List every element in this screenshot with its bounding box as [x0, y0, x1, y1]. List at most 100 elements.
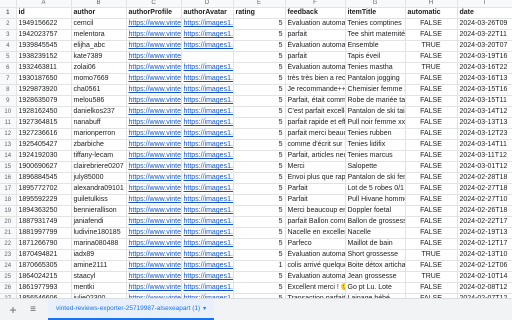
table-cell[interactable]: 5: [233, 161, 286, 173]
table-cell[interactable]: https://images1.v: [181, 271, 234, 283]
table-cell[interactable]: Merci: [285, 161, 346, 173]
table-cell[interactable]: iadx89: [71, 249, 127, 261]
table-cell[interactable]: zbarbiche: [71, 139, 127, 151]
table-cell[interactable]: 1900690627: [16, 161, 72, 173]
table-cell[interactable]: https://images1.v: [181, 183, 234, 195]
row-number[interactable]: 3: [0, 29, 17, 41]
table-cell[interactable]: 2024-03-11T12: [457, 150, 512, 162]
table-cell[interactable]: https://images1.v: [181, 29, 234, 41]
table-cell[interactable]: Évaluation automatique: [285, 40, 346, 52]
table-cell[interactable]: https://www.vinted: [126, 40, 182, 52]
table-cell[interactable]: https://www.vinted: [126, 29, 182, 41]
sheet-tab[interactable]: vinted-reviews-exporter-25719987-alsexea…: [48, 299, 215, 320]
row-number[interactable]: 8: [0, 84, 17, 96]
table-cell[interactable]: https://images1.v: [181, 194, 234, 206]
table-cell[interactable]: [181, 51, 234, 63]
table-cell[interactable]: 2024-03-15T16: [457, 84, 512, 96]
column-header[interactable]: G: [345, 0, 406, 8]
table-cell[interactable]: 2024-02-13T10: [457, 249, 512, 261]
table-cell[interactable]: 2024-03-13T13: [457, 117, 512, 129]
table-cell[interactable]: 2024-02-22T17: [457, 216, 512, 228]
table-cell[interactable]: 5: [233, 40, 286, 52]
table-cell[interactable]: https://images1.v: [181, 73, 234, 85]
table-cell[interactable]: 5: [233, 238, 286, 250]
row-number[interactable]: 22: [0, 238, 17, 250]
table-cell[interactable]: https://www.vinted: [126, 18, 182, 30]
table-cell[interactable]: amine2111: [71, 260, 127, 272]
table-cell[interactable]: july85000: [71, 172, 127, 184]
table-cell[interactable]: FALSE: [405, 238, 458, 250]
table-cell[interactable]: Nacelle: [345, 227, 406, 239]
table-cell[interactable]: https://www.vinted: [126, 205, 182, 217]
table-cell[interactable]: https://www.vinted: [126, 62, 182, 74]
table-cell[interactable]: FALSE: [405, 18, 458, 30]
table-cell[interactable]: 1896884545: [16, 172, 72, 184]
table-cell[interactable]: https://www.vinted: [126, 150, 182, 162]
column-header[interactable]: I: [457, 0, 512, 8]
table-cell[interactable]: Tenies mastha: [345, 62, 406, 74]
row-number[interactable]: 15: [0, 161, 17, 173]
table-cell[interactable]: 1864024215: [16, 271, 72, 283]
table-cell[interactable]: https://images1.v: [181, 205, 234, 217]
table-cell[interactable]: 5: [233, 84, 286, 96]
table-cell[interactable]: https://www.vinted: [126, 172, 182, 184]
table-cell[interactable]: https://www.vinted: [126, 128, 182, 140]
table-cell[interactable]: FALSE: [405, 161, 458, 173]
table-cell[interactable]: https://www.vinted: [126, 95, 182, 107]
table-cell[interactable]: Jean grossesse: [345, 271, 406, 283]
row-number[interactable]: 19: [0, 205, 17, 217]
table-cell[interactable]: colis arrivé quelques p: [285, 260, 346, 272]
table-cell[interactable]: bennierallison: [71, 205, 127, 217]
row-number[interactable]: 24: [0, 260, 17, 272]
table-cell[interactable]: 2024-02-19T13: [457, 227, 512, 239]
table-cell[interactable]: https://www.vinted: [126, 227, 182, 239]
table-cell[interactable]: 1924192030: [16, 150, 72, 162]
table-cell[interactable]: parfait rapide et efficac: [285, 117, 346, 129]
table-cell[interactable]: https://images1.v: [181, 128, 234, 140]
table-cell[interactable]: 5: [233, 183, 286, 195]
row-number[interactable]: 10: [0, 106, 17, 118]
table-cell[interactable]: FALSE: [405, 73, 458, 85]
table-cell[interactable]: 5: [233, 106, 286, 118]
table-cell[interactable]: FALSE: [405, 216, 458, 228]
table-cell[interactable]: 1894363250: [16, 205, 72, 217]
table-cell[interactable]: FALSE: [405, 150, 458, 162]
header-cell[interactable]: date: [457, 7, 512, 19]
table-cell[interactable]: https://images1.v: [181, 150, 234, 162]
table-cell[interactable]: https://images1.v: [181, 84, 234, 96]
table-cell[interactable]: Pull noir femme xxl: [345, 117, 406, 129]
table-cell[interactable]: momo7669: [71, 73, 127, 85]
table-cell[interactable]: FALSE: [405, 260, 458, 272]
table-cell[interactable]: Ballon de grossesse: [345, 216, 406, 228]
row-number[interactable]: 14: [0, 150, 17, 162]
table-cell[interactable]: FALSE: [405, 282, 458, 294]
table-cell[interactable]: 5: [233, 73, 286, 85]
column-header[interactable]: E: [233, 0, 286, 8]
table-cell[interactable]: Tapis éveil: [345, 51, 406, 63]
table-cell[interactable]: https://images1.v: [181, 260, 234, 272]
table-cell[interactable]: TRUE: [405, 271, 458, 283]
table-cell[interactable]: 2024-03-14T11: [457, 139, 512, 151]
table-cell[interactable]: Excellent merci ! 🙂: [285, 282, 346, 294]
row-number[interactable]: 6: [0, 62, 17, 74]
table-cell[interactable]: https://www.vinted: [126, 271, 182, 283]
table-cell[interactable]: https://www.vinted: [126, 117, 182, 129]
table-cell[interactable]: alexandra09101: [71, 183, 127, 195]
table-cell[interactable]: Robe de mariée taille: [345, 95, 406, 107]
table-cell[interactable]: FALSE: [405, 139, 458, 151]
table-cell[interactable]: 2024-03-22T11: [457, 29, 512, 41]
table-cell[interactable]: 2024-02-26T18: [457, 205, 512, 217]
row-number[interactable]: 17: [0, 183, 17, 195]
chevron-down-icon[interactable]: ▾: [203, 306, 206, 312]
table-cell[interactable]: Tenies rubben: [345, 128, 406, 140]
table-cell[interactable]: 2024-02-27T18: [457, 183, 512, 195]
table-cell[interactable]: marionperron: [71, 128, 127, 140]
table-cell[interactable]: Évaluation automatique: [285, 271, 346, 283]
table-cell[interactable]: https://www.vinted: [126, 238, 182, 250]
table-cell[interactable]: 5: [233, 227, 286, 239]
table-cell[interactable]: melentora: [71, 29, 127, 41]
table-cell[interactable]: 5: [233, 150, 286, 162]
table-cell[interactable]: Maillot de bain: [345, 238, 406, 250]
table-cell[interactable]: Tee shirt maternité: [345, 29, 406, 41]
table-cell[interactable]: Évaluation automatique: [285, 18, 346, 30]
